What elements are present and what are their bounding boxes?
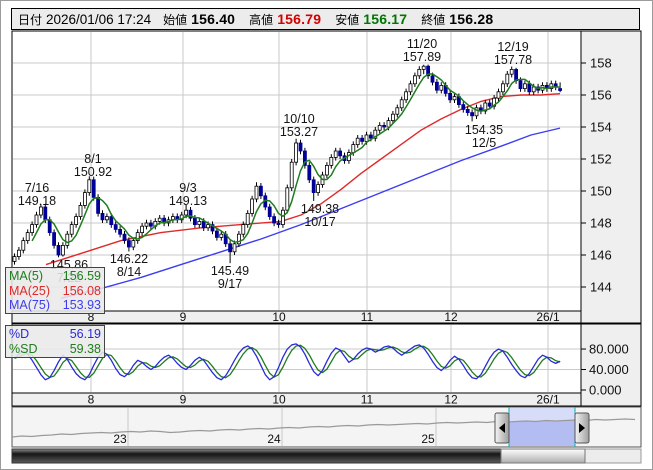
chart-annotation: 11/20 [407,37,437,51]
chart-annotation: 149.18 [18,194,56,208]
ma75-label: MA(75) [9,298,50,313]
chart-annotation: 146.22 [110,252,148,266]
chart-annotation: 145.49 [211,264,249,278]
scrollbar-track[interactable] [12,449,501,463]
stochastic-legend: %D 56.19 %SD 59.38 [5,325,105,358]
ma5-label: MA(5) [9,269,43,284]
chart-window: 日付 2026/01/06 17:24 始値 156.40 高値 156.79 … [0,0,653,470]
stoch-d-legend-row: %D 56.19 [9,327,101,342]
svg-text:26/1: 26/1 [536,310,560,324]
svg-text:0.000: 0.000 [589,383,622,398]
svg-text:40.000: 40.000 [589,362,629,377]
chart-annotation: 9/17 [218,277,242,291]
chart-annotation: 9/3 [179,181,196,195]
svg-text:154: 154 [590,120,612,135]
stoch-sd-legend-row: %SD 59.38 [9,342,101,357]
scrollbar-track-right[interactable] [585,449,641,463]
chart-annotation: 12/5 [472,136,496,150]
navigator-year-label: 23 [113,432,127,446]
stochastic-month-axis-strip [12,393,581,406]
svg-text:144: 144 [590,280,612,295]
svg-text:80.000: 80.000 [589,342,629,357]
stoch-d-label: %D [9,327,29,342]
scrollbar-thumb[interactable] [501,449,585,463]
svg-text:9: 9 [180,310,187,324]
stoch-sd-label: %SD [9,342,37,357]
ma5-legend-row: MA(5) 156.59 [9,269,101,284]
svg-text:150: 150 [590,184,612,199]
navigator-year-label: 24 [267,432,281,446]
chart-annotation: 8/14 [117,265,141,279]
svg-text:12: 12 [444,310,458,324]
stoch-sd-value: 59.38 [70,342,101,357]
svg-text:26/1: 26/1 [536,393,560,407]
chart-annotation: 157.89 [403,50,441,64]
chart-annotation: 10/10 [283,112,314,126]
chart-annotation: 157.78 [494,53,532,67]
svg-text:146: 146 [590,248,612,263]
chart-annotation: 12/19 [497,40,528,54]
ma75-legend-row: MA(75) 153.93 [9,298,101,313]
navigator-year-label: 25 [421,432,435,446]
ma25-value: 156.08 [63,284,101,299]
stoch-d-value: 56.19 [70,327,101,342]
svg-text:11: 11 [361,310,374,324]
svg-text:10: 10 [272,310,286,324]
navigator-scroll-right-button[interactable] [575,413,589,443]
chart-canvas: 1581561541521501481461448899101011111212… [1,1,653,470]
chart-annotation: 8/1 [84,152,101,166]
ma75-value: 153.93 [63,298,101,313]
svg-text:10: 10 [272,393,286,407]
chart-annotation: 150.92 [74,165,112,179]
svg-text:8: 8 [88,393,95,407]
ma-legend: MA(5) 156.59 MA(25) 156.08 MA(75) 153.93 [5,267,105,314]
svg-text:12: 12 [444,393,458,407]
svg-text:9: 9 [180,393,187,407]
chart-annotation: 154.35 [465,123,503,137]
chart-annotation: 149.13 [169,194,207,208]
chart-annotation: 7/16 [25,181,49,195]
svg-text:11: 11 [361,393,374,407]
navigator-scroll-left-button[interactable] [495,413,509,443]
chart-annotation: 153.27 [280,125,318,139]
svg-text:148: 148 [590,216,612,231]
chart-annotation: 10/17 [304,215,335,229]
ma25-label: MA(25) [9,284,50,299]
ma5-value: 156.59 [63,269,101,284]
svg-text:152: 152 [590,152,612,167]
svg-text:158: 158 [590,56,612,71]
chart-annotation: 149.38 [301,202,339,216]
svg-text:156: 156 [590,88,612,103]
ma25-legend-row: MA(25) 156.08 [9,284,101,299]
